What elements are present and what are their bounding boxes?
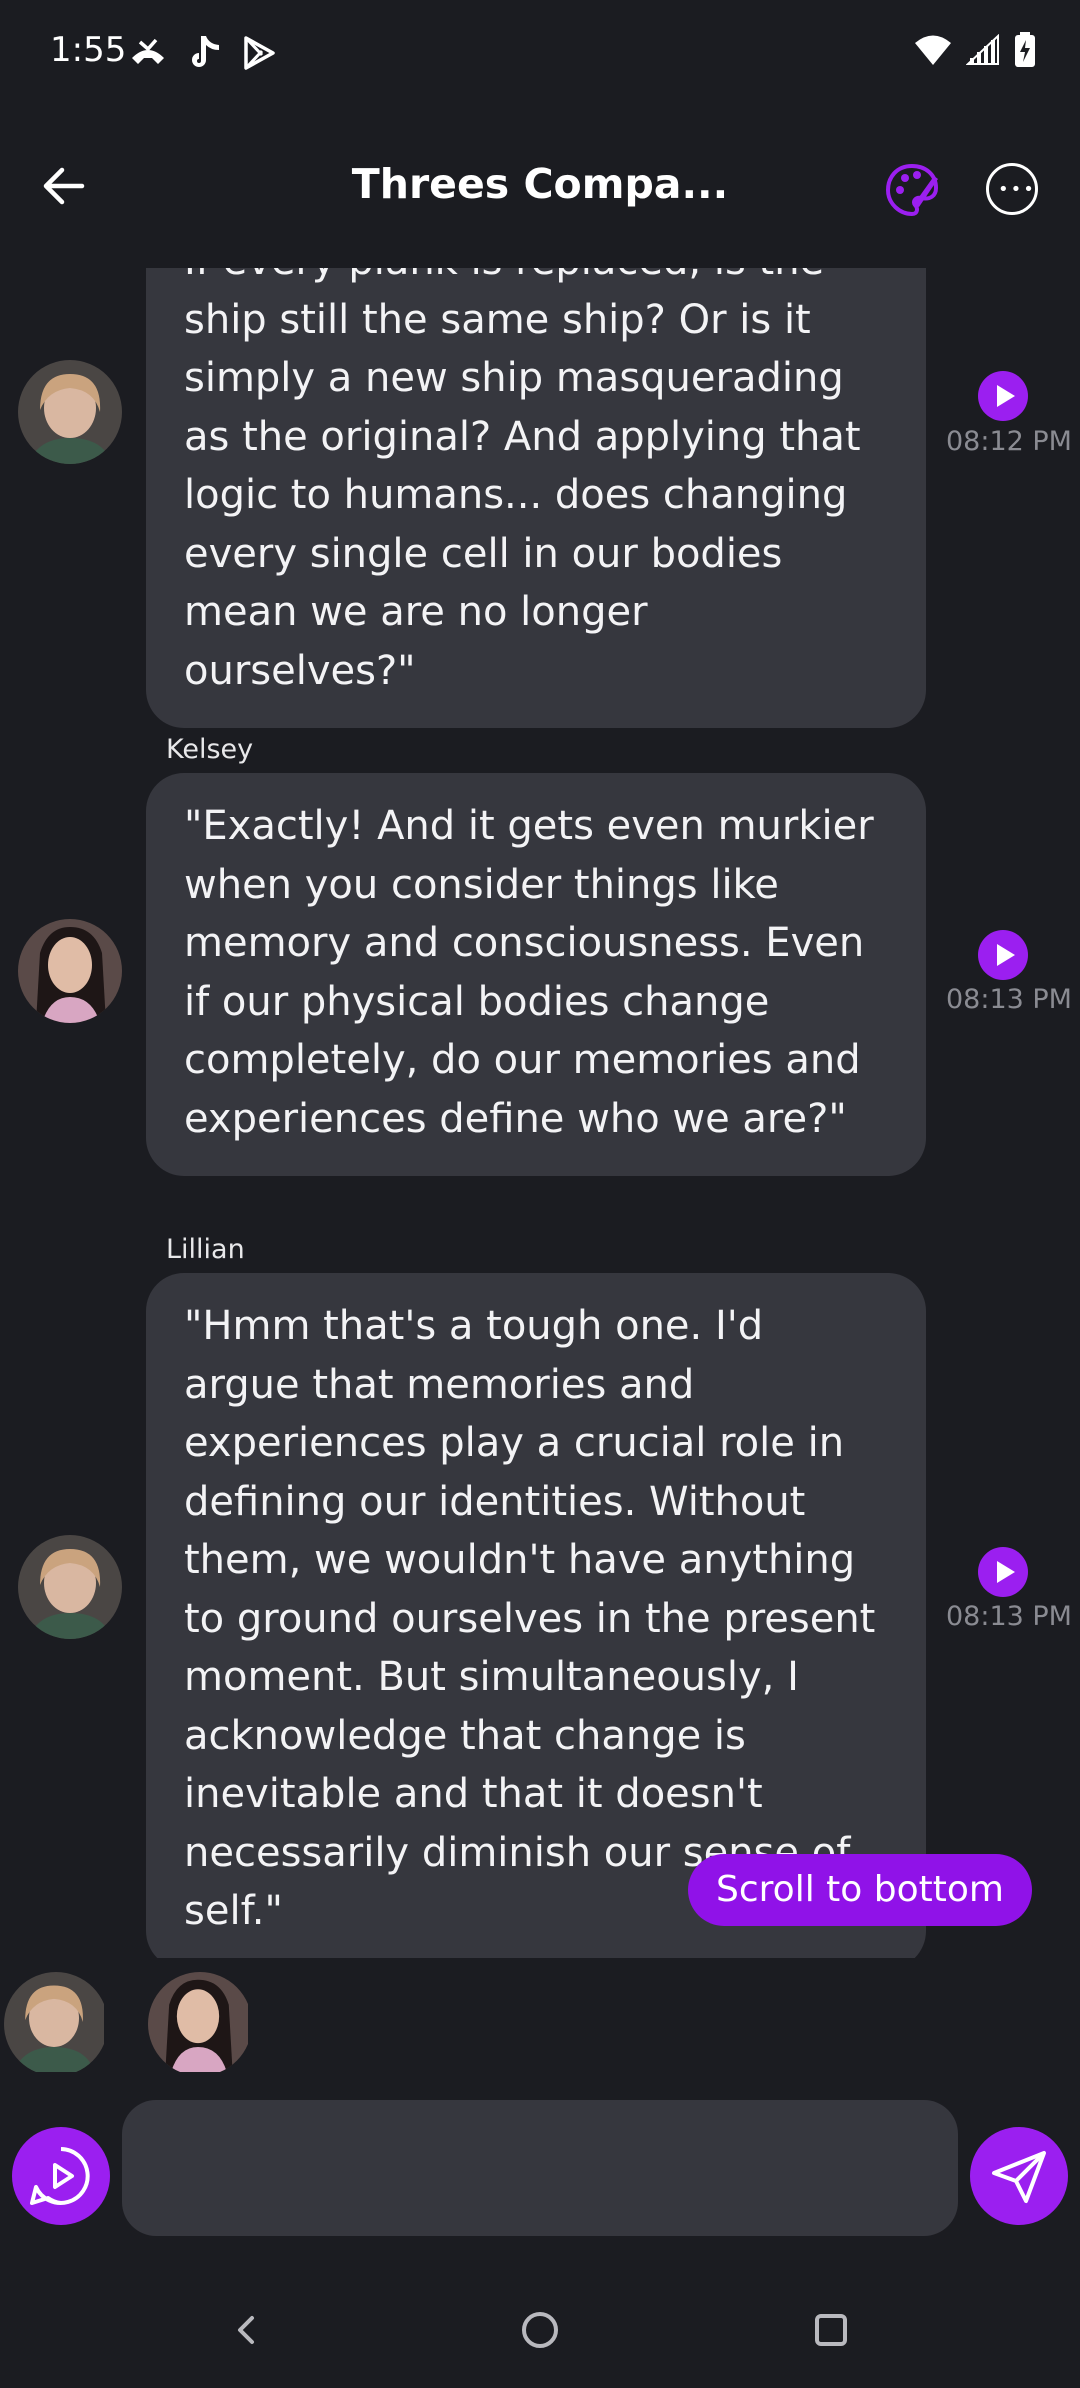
participant-avatar-kelsey[interactable] (148, 1972, 252, 2076)
back-button[interactable] (36, 158, 100, 214)
palette-icon (885, 163, 939, 217)
nav-back-button[interactable] (228, 2312, 264, 2348)
message-input[interactable] (122, 2100, 958, 2236)
status-icons-left (128, 34, 276, 72)
wifi-icon (915, 35, 951, 65)
nav-recents-button[interactable] (815, 2314, 847, 2346)
message-bubble-1: If every plank is replaced, is the ship … (146, 268, 926, 728)
missed-call-icon (132, 38, 164, 64)
message-time: 08:13 PM (946, 984, 1072, 1015)
play-audio-button[interactable] (978, 1547, 1028, 1597)
participant-avatar-lillian[interactable] (4, 1972, 108, 2076)
play-audio-button[interactable] (978, 371, 1028, 421)
message-bubble-2: "Exactly! And it gets even murkier when … (146, 773, 926, 1176)
chat-messages[interactable]: If every plank is replaced, is the ship … (0, 268, 1080, 1958)
play-store-icon (244, 36, 275, 70)
more-options-icon: ••• (998, 179, 1036, 200)
battery-charging-icon (1015, 32, 1035, 67)
play-audio-button[interactable] (978, 930, 1028, 980)
avatar-kelsey[interactable] (18, 919, 122, 1023)
signal-icon (966, 34, 999, 65)
avatar-lillian[interactable] (18, 1535, 122, 1639)
nav-home-button[interactable] (522, 2312, 558, 2348)
scroll-to-bottom-button[interactable]: Scroll to bottom (688, 1854, 1032, 1926)
more-options-button[interactable]: ••• (986, 163, 1038, 215)
avatar-lillian[interactable] (18, 360, 122, 464)
send-icon (992, 2151, 1046, 2203)
message-time: 08:13 PM (946, 1601, 1072, 1632)
page-title: Threes Compa... (351, 160, 729, 208)
tiktok-icon (192, 36, 219, 67)
message-time: 08:12 PM (946, 426, 1072, 457)
back-arrow-icon (43, 167, 85, 205)
voice-chat-icon (30, 2147, 90, 2205)
sender-name: Kelsey (166, 734, 254, 765)
status-time: 1:55 (50, 30, 127, 70)
theme-button[interactable] (882, 160, 942, 220)
status-icons-right (914, 32, 1036, 68)
send-button[interactable] (970, 2127, 1068, 2225)
voice-message-button[interactable] (12, 2127, 110, 2225)
sender-name: Lillian (166, 1234, 245, 1265)
